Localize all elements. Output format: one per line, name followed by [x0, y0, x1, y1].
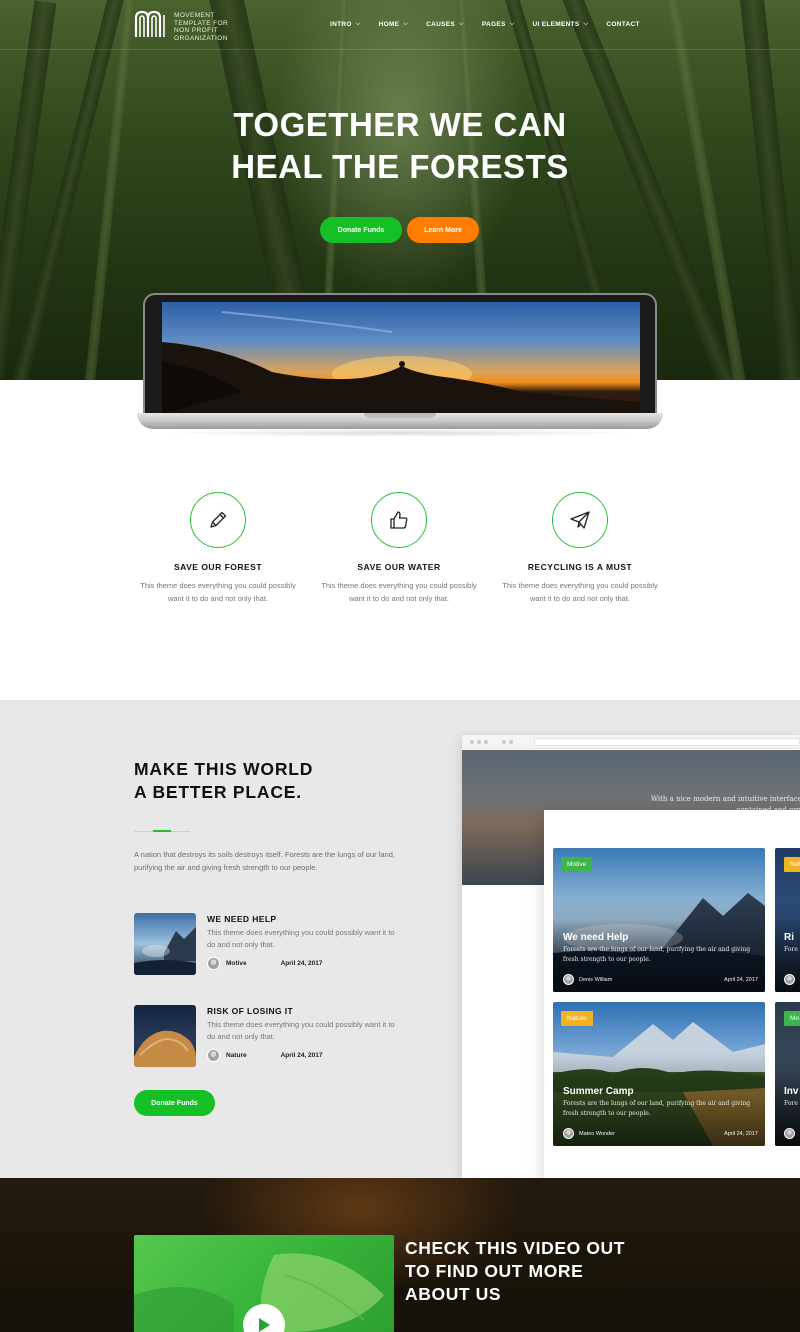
post-meta: Nature April 24, 2017 [207, 1049, 323, 1062]
pencil-icon [210, 511, 227, 528]
post-date: April 24, 2017 [280, 960, 323, 967]
feature-title: SAVE OUR FOREST [173, 562, 263, 572]
nav-item-causes[interactable]: CAUSES ⌵ [426, 21, 464, 28]
card-meta: Denis William April 24, 2017 [563, 974, 758, 985]
movement-logo-icon[interactable] [133, 9, 169, 39]
avatar [207, 957, 220, 970]
card-author: Denis William [579, 976, 613, 983]
card-title[interactable]: We need Help [563, 932, 628, 943]
nav-item-ui-elements[interactable]: UI ELEMENTS ⌵ [533, 21, 589, 28]
browser-url-bar [534, 738, 800, 746]
card-author: Mateo Wonder [579, 1130, 615, 1137]
post-author[interactable]: Motive [226, 960, 247, 967]
feature-description: This theme does everything you could pos… [321, 581, 477, 603]
brand-name: MOVEMENT TEMPLATE FOR NON PROFIT ORGANIZ… [174, 12, 229, 42]
post-item[interactable]: WE NEED HELP This theme does everything … [134, 913, 404, 977]
post-item[interactable]: RISK OF LOSING IT This theme does everyt… [134, 1005, 404, 1069]
avatar [784, 1128, 795, 1139]
card-date: April 24, 2017 [724, 1130, 758, 1137]
section-description: A nation that destroys its soils destroy… [134, 850, 395, 872]
post-excerpt: This theme does everything you could pos… [207, 1020, 395, 1041]
avatar [563, 1128, 574, 1139]
preview-card[interactable]: Nature Summer Camp Forests are the lungs… [553, 1002, 765, 1146]
category-badge[interactable]: Nat [784, 857, 800, 872]
card-excerpt: Forests are the lungs of our land, purif… [563, 946, 751, 963]
category-badge[interactable]: Motive [561, 857, 593, 872]
desert-rock-image [134, 1005, 196, 1067]
donate-funds-button[interactable]: Donate Funds [320, 217, 402, 243]
card-date: April 24, 2017 [724, 976, 758, 983]
main-nav: INTRO ⌵ HOME ⌵ CAUSES ⌵ PAGES ⌵ UI ELEMENTS ⌵… [330, 21, 658, 28]
learn-more-button[interactable]: Learn More [407, 217, 479, 243]
card-excerpt: Fore fresh [784, 1100, 800, 1107]
post-thumbnail[interactable] [134, 913, 196, 975]
feature-save-forest: SAVE OUR FOREST This theme does everythi… [138, 492, 298, 605]
about-donate-button[interactable]: Donate Funds [134, 1090, 215, 1116]
avatar [563, 974, 574, 985]
post-date: April 24, 2017 [280, 1052, 323, 1059]
nav-item-contact[interactable]: CONTACT [606, 21, 639, 28]
card-title[interactable]: Inv [784, 1086, 798, 1097]
feature-title: RECYCLING IS A MUST [527, 562, 633, 572]
preview-card[interactable]: Motive We need Help Forests are the lung… [553, 848, 765, 992]
category-badge[interactable]: Nature [561, 1011, 593, 1026]
sunset-landscape-image [162, 311, 640, 414]
play-icon [259, 1318, 270, 1332]
top-navigation-bar: MOVEMENT TEMPLATE FOR NON PROFIT ORGANIZ… [0, 0, 800, 50]
feature-recycling: RECYCLING IS A MUST This theme does ever… [500, 492, 660, 605]
nav-item-pages[interactable]: PAGES ⌵ [482, 21, 515, 28]
chevron-down-icon: ⌵ [459, 21, 464, 27]
card-title[interactable]: Summer Camp [563, 1086, 634, 1097]
feature-description: This theme does everything you could pos… [140, 581, 296, 603]
post-meta: Motive April 24, 2017 [207, 957, 323, 970]
post-excerpt: This theme does everything you could pos… [207, 928, 395, 949]
mountain-lake-image [134, 913, 196, 975]
chevron-down-icon: ⌵ [355, 21, 361, 27]
thumbs-up-icon [390, 511, 408, 529]
feature-save-water: SAVE OUR WATER This theme does everythin… [319, 492, 479, 605]
chevron-down-icon: ⌵ [509, 21, 515, 27]
post-title[interactable]: WE NEED HELP [207, 914, 277, 924]
category-badge[interactable]: Mo [784, 1011, 800, 1026]
post-title[interactable]: RISK OF LOSING IT [207, 1006, 293, 1016]
post-thumbnail[interactable] [134, 1005, 196, 1067]
video-section [0, 1178, 800, 1332]
section-title: MAKE THIS WORLD A BETTER PLACE. [134, 759, 314, 802]
feature-icon-circle [552, 492, 608, 548]
chevron-down-icon: ⌵ [403, 21, 409, 27]
laptop-screen-image [162, 302, 640, 414]
browser-toolbar [462, 735, 800, 749]
feature-icon-circle [371, 492, 427, 548]
chevron-down-icon: ⌵ [583, 21, 589, 27]
card-excerpt: Forests are the lungs of our land, purif… [563, 1100, 751, 1117]
feature-description: This theme does everything you could pos… [502, 581, 658, 603]
card-meta: Mateo Wonder April 24, 2017 [563, 1128, 758, 1139]
feature-title: SAVE OUR WATER [357, 562, 441, 572]
avatar [207, 1049, 220, 1062]
nav-item-home[interactable]: HOME ⌵ [379, 21, 409, 28]
card-title[interactable]: Ri [784, 932, 794, 943]
nav-item-intro[interactable]: INTRO ⌵ [330, 21, 361, 28]
feature-icon-circle [190, 492, 246, 548]
hero-title: TOGETHER WE CAN HEAL THE FORESTS [231, 106, 569, 185]
post-author[interactable]: Nature [226, 1052, 247, 1059]
preview-card-partial[interactable]: Nat Ri Fore fresh [775, 848, 800, 992]
card-excerpt: Fore fresh [784, 946, 800, 953]
preview-card-partial[interactable]: Mo Inv Fore fresh [775, 1002, 800, 1146]
paper-plane-icon [570, 511, 590, 529]
avatar [784, 974, 795, 985]
video-section-title: CHECK THIS VIDEO OUT TO FIND OUT MORE AB… [405, 1238, 626, 1304]
